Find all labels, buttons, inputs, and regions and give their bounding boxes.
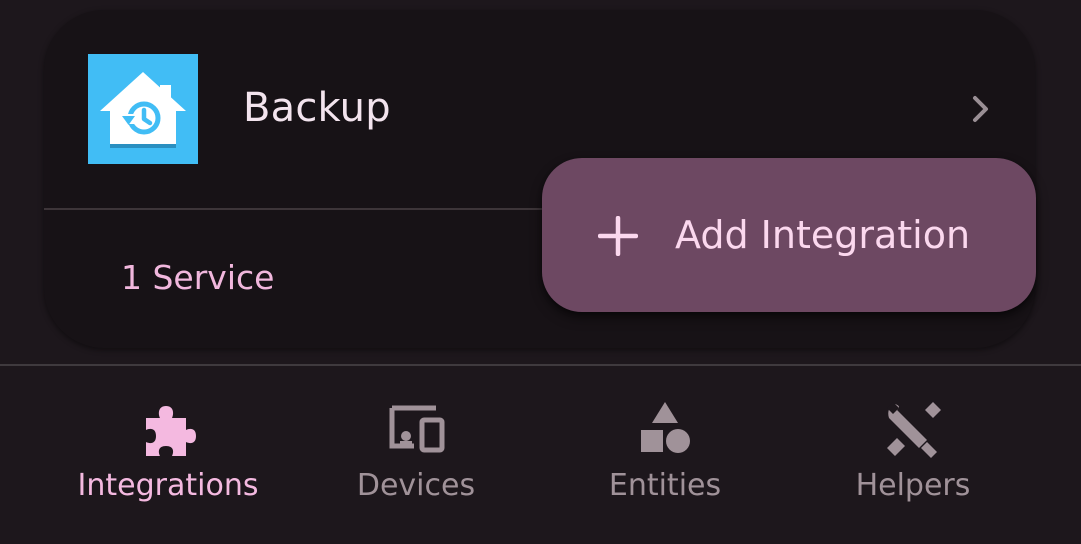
shapes-icon — [641, 402, 690, 453]
app-root: Backup 1 Service Add Integration Integra… — [0, 0, 1081, 544]
puzzle-icon — [146, 406, 196, 456]
nav-label-entities: Entities — [608, 468, 722, 503]
home-backup-icon — [88, 54, 198, 164]
nav-label-integrations: Integrations — [77, 468, 259, 503]
nav-item-devices[interactable]: Devices — [296, 366, 536, 544]
tools-icon — [887, 402, 941, 458]
services-link[interactable]: 1 Service — [121, 256, 274, 300]
add-integration-label: Add Integration — [675, 213, 971, 257]
nav-item-integrations[interactable]: Integrations — [48, 366, 288, 544]
add-integration-button[interactable]: Add Integration — [542, 158, 1036, 312]
plus-icon — [598, 216, 638, 256]
nav-item-entities[interactable]: Entities — [545, 366, 785, 544]
nav-label-helpers: Helpers — [855, 468, 971, 503]
devices-icon — [389, 405, 445, 453]
bottom-navigation: Integrations Devices Entities Helpers — [0, 366, 1081, 544]
nav-label-devices: Devices — [356, 468, 476, 503]
nav-item-helpers[interactable]: Helpers — [793, 366, 1033, 544]
chevron-right-icon — [973, 96, 988, 122]
integration-title: Backup — [243, 85, 391, 131]
